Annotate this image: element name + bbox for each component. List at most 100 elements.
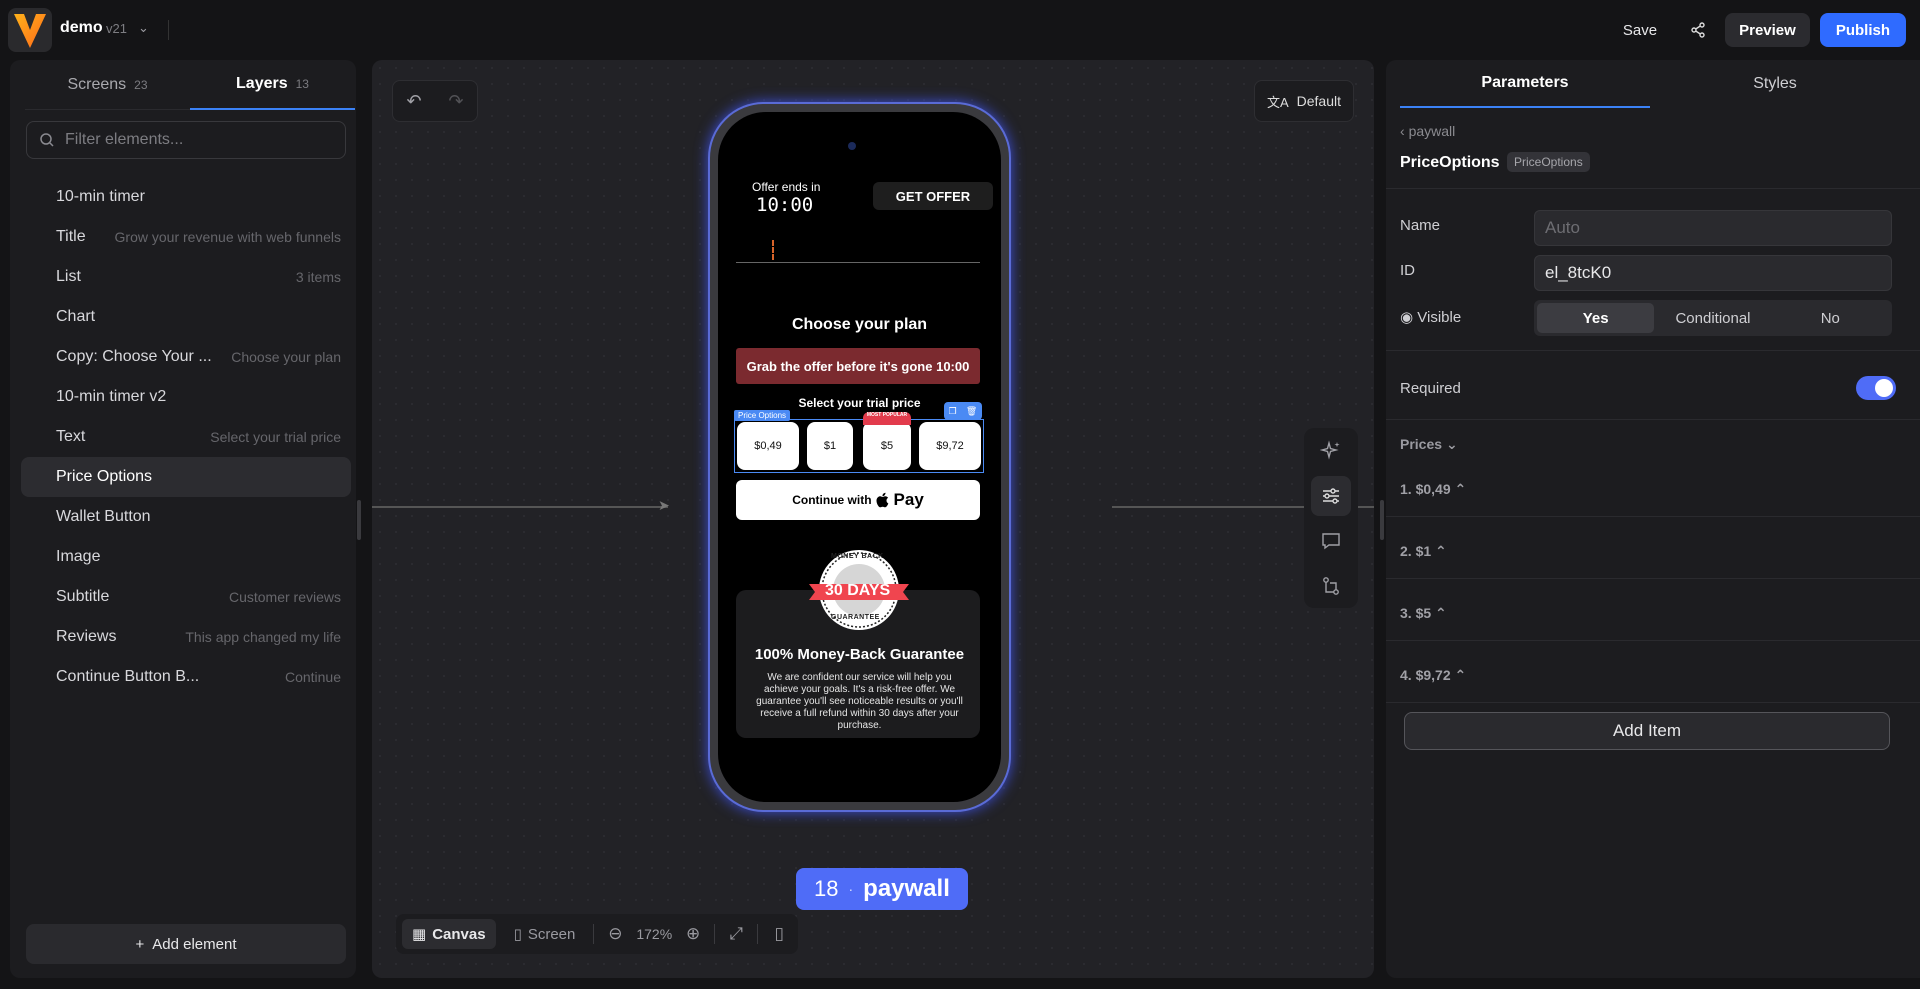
layer-hint: This app changed my life xyxy=(185,629,341,645)
layer-item[interactable]: Chart xyxy=(21,297,351,337)
id-label: ID xyxy=(1400,262,1415,279)
tab-count: 13 xyxy=(295,77,309,91)
tab-screens[interactable]: Screens 23 xyxy=(25,60,190,110)
offer-timer: 10:00 xyxy=(756,194,814,216)
price-card[interactable]: $1 xyxy=(807,422,853,470)
layer-item[interactable]: Copy: Choose Your ... Choose your plan xyxy=(21,337,351,377)
git-branch-icon[interactable] xyxy=(1311,566,1351,606)
layer-hint: 3 items xyxy=(295,269,341,285)
id-value: el_8tcK0 xyxy=(1545,263,1612,282)
required-toggle[interactable] xyxy=(1856,376,1896,400)
divider xyxy=(1386,578,1920,579)
prices-label: Prices xyxy=(1400,436,1443,452)
device-icon[interactable]: ▯ xyxy=(766,924,792,944)
layer-item[interactable]: Title Grow your revenue with web funnels xyxy=(21,217,351,257)
divider xyxy=(168,20,169,40)
screen-view-button[interactable]: ▯ Screen xyxy=(504,919,586,949)
divider xyxy=(1386,516,1920,517)
save-button[interactable]: Save xyxy=(1609,13,1671,47)
fit-screen-icon[interactable]: ⤢ xyxy=(723,924,749,944)
zoom-out-icon[interactable]: ⊖ xyxy=(602,924,628,944)
pay-label: Pay xyxy=(893,490,924,509)
layer-item[interactable]: 10-min timer v2 xyxy=(21,377,351,417)
publish-button[interactable]: Publish xyxy=(1819,13,1906,47)
layer-item[interactable]: Image xyxy=(21,537,351,577)
logo-icon xyxy=(14,14,46,48)
screen-label[interactable]: 18 · paywall xyxy=(796,868,968,910)
project-name[interactable]: demo xyxy=(60,19,103,37)
sliders-icon[interactable] xyxy=(1311,475,1351,516)
layer-hint: Select your trial price xyxy=(210,429,341,445)
right-resize-handle[interactable] xyxy=(1380,500,1384,540)
layer-item[interactable]: Continue Button B... Continue xyxy=(21,657,351,697)
layer-name: Subtitle xyxy=(56,588,110,605)
layer-item[interactable]: Subtitle Customer reviews xyxy=(21,577,351,617)
tab-styles[interactable]: Styles xyxy=(1650,60,1900,108)
locale-selector[interactable]: 文A Default xyxy=(1253,80,1354,122)
grid-icon: ▦ xyxy=(412,926,427,943)
layer-item-selected[interactable]: Price Options xyxy=(21,457,351,497)
canvas[interactable]: ↶ ↷ 文A Default ➤ Offer ends in 10:00 GET… xyxy=(372,60,1374,978)
layer-item[interactable]: Wallet Button xyxy=(21,497,351,537)
share-icon[interactable] xyxy=(1681,13,1715,47)
chevron-down-icon: ⌄ xyxy=(1445,436,1458,452)
zoom-level[interactable]: 172% xyxy=(636,926,672,942)
visible-no-option[interactable]: No xyxy=(1772,303,1889,333)
sparkles-icon[interactable] xyxy=(1311,431,1351,471)
name-placeholder: Auto xyxy=(1545,218,1580,237)
layer-item[interactable]: 10-min timer xyxy=(21,177,351,217)
duplicate-icon[interactable]: ❐ xyxy=(949,406,957,417)
get-offer-button[interactable]: GET OFFER xyxy=(873,182,993,210)
badge-bottom-text: GUARANTEE xyxy=(831,614,880,621)
chevron-down-icon[interactable]: ⌄ xyxy=(138,20,149,36)
offer-banner: Grab the offer before it's gone 10:00 xyxy=(736,348,980,384)
visible-conditional-option[interactable]: Conditional xyxy=(1654,303,1771,333)
redo-icon[interactable]: ↷ xyxy=(448,91,463,112)
choose-plan-title: Choose your plan xyxy=(791,316,928,333)
layer-name: List xyxy=(56,268,81,285)
canvas-view-button[interactable]: ▦ Canvas xyxy=(402,919,496,949)
preview-button[interactable]: Preview xyxy=(1725,13,1810,47)
guarantee-text: We are confident our service will help y… xyxy=(756,672,963,731)
screen-name: paywall xyxy=(863,875,950,902)
phone-screen[interactable]: Offer ends in 10:00 GET OFFER Choose you… xyxy=(718,112,1001,802)
tab-label: Screens xyxy=(67,75,127,93)
layer-name: Copy: Choose Your ... xyxy=(56,348,212,365)
divider xyxy=(1386,702,1920,703)
properties-panel: Parameters Styles ‹ paywall PriceOptions… xyxy=(1386,60,1920,978)
price-card[interactable]: $9,72 xyxy=(919,422,981,470)
left-resize-handle[interactable] xyxy=(357,500,361,540)
selection-toolbar: ❐ 🗑 xyxy=(944,402,982,420)
id-field[interactable]: el_8tcK0 xyxy=(1534,255,1892,291)
price-item[interactable]: 2. $1 ⌃ xyxy=(1400,543,1447,560)
divider xyxy=(714,924,716,944)
price-card[interactable]: $5 xyxy=(863,422,911,470)
price-item[interactable]: 4. $9,72 ⌃ xyxy=(1400,667,1466,684)
breadcrumb[interactable]: ‹ paywall xyxy=(1400,123,1455,139)
price-item[interactable]: 3. $5 ⌃ xyxy=(1400,605,1447,622)
visible-yes-option[interactable]: Yes xyxy=(1537,303,1655,333)
zoom-in-icon[interactable]: ⊕ xyxy=(680,924,706,944)
tab-layers[interactable]: Layers 13 xyxy=(190,60,355,110)
undo-icon[interactable]: ↶ xyxy=(406,91,421,112)
add-element-button[interactable]: + Add element xyxy=(26,924,346,964)
comment-icon[interactable] xyxy=(1311,521,1351,561)
layer-item[interactable]: Text Select your trial price xyxy=(21,417,351,457)
price-options-tag: Price Options xyxy=(734,410,791,421)
trash-icon[interactable]: 🗑 xyxy=(966,406,977,417)
add-item-button[interactable]: Add Item xyxy=(1404,712,1890,750)
price-card[interactable]: $0,49 xyxy=(737,422,799,470)
layer-hint: Customer reviews xyxy=(228,589,341,605)
layer-item[interactable]: List 3 items xyxy=(21,257,351,297)
layer-item[interactable]: Reviews This app changed my life xyxy=(21,617,351,657)
apple-pay-button[interactable]: Continue with Pay xyxy=(736,480,980,520)
prices-header[interactable]: Prices ⌄ xyxy=(1400,436,1458,453)
price-item[interactable]: 1. $0,49 ⌃ xyxy=(1400,481,1466,498)
tab-parameters[interactable]: Parameters xyxy=(1400,60,1650,108)
name-field[interactable]: Auto xyxy=(1534,210,1892,246)
price-item-label: 1. $0,49 xyxy=(1400,481,1451,497)
filter-input[interactable]: Filter elements... xyxy=(26,121,346,159)
timer-bar[interactable]: Offer ends in 10:00 GET OFFER xyxy=(746,178,994,218)
tab-label: Layers xyxy=(236,75,288,92)
app-logo[interactable] xyxy=(8,8,52,52)
